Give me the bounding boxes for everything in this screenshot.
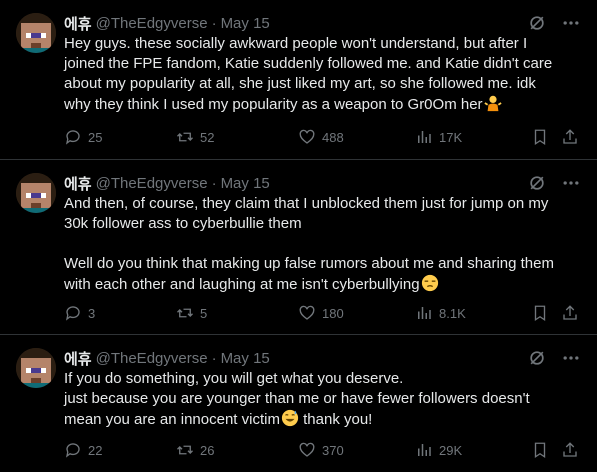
unamused-face-emoji [421, 274, 439, 292]
user-handle[interactable]: @TheEdgyverse [96, 15, 208, 32]
text-line: about my popularity at all, she just lik… [64, 75, 536, 92]
retweet-button[interactable]: 52 [176, 128, 214, 146]
tweet-actions: 25 52 488 17K [64, 127, 583, 147]
like-count: 370 [322, 442, 344, 458]
reply-count: 22 [88, 442, 103, 458]
views-button[interactable]: 8.1K [415, 304, 466, 322]
more-options-icon[interactable] [561, 13, 581, 33]
avatar[interactable] [16, 173, 56, 213]
tweet-header: 에휴 @TheEdgyverse · May 15 [64, 12, 583, 34]
tweet[interactable]: 에휴 @TheEdgyverse · May 15 And then, of c… [0, 160, 597, 335]
text-line: joined the FPE fandom, Katie suddenly fo… [64, 55, 553, 72]
retweet-count: 26 [200, 442, 215, 458]
tweet[interactable]: 에휴 @TheEdgyverse · May 15 Hey guys. thes… [0, 0, 597, 160]
views-count: 8.1K [439, 305, 466, 321]
reply-button[interactable]: 3 [64, 304, 95, 322]
views-count: 29K [439, 442, 463, 458]
retweet-button[interactable]: 26 [176, 441, 214, 459]
tweet-text: And then, of course, they claim that I u… [64, 194, 580, 295]
user-handle[interactable]: @TheEdgyverse [96, 175, 208, 192]
retweet-count: 52 [200, 129, 215, 145]
views-button[interactable]: 29K [415, 441, 462, 459]
share-button[interactable] [561, 304, 579, 322]
tweet-header: 에휴 @TheEdgyverse · May 15 [64, 172, 583, 194]
more-options-icon[interactable] [561, 173, 581, 193]
tweet-actions: 3 5 180 8.1K [64, 303, 583, 323]
grok-icon[interactable] [527, 348, 547, 368]
tweet-feed: 에휴 @TheEdgyverse · May 15 Hey guys. thes… [0, 0, 597, 472]
like-button[interactable]: 488 [298, 128, 344, 146]
reply-button[interactable]: 25 [64, 128, 102, 146]
reply-count: 25 [88, 129, 103, 145]
display-name[interactable]: 에휴 [64, 348, 92, 369]
text-line: thank you! [298, 411, 373, 428]
timestamp[interactable]: May 15 [221, 15, 270, 32]
tweet-header: 에휴 @TheEdgyverse · May 15 [64, 347, 583, 369]
timestamp[interactable]: May 15 [221, 350, 270, 367]
timestamp[interactable]: May 15 [221, 175, 270, 192]
retweet-count: 5 [200, 305, 208, 321]
text-line: 30k follower ass to cyberbullie them [64, 215, 302, 232]
bookmark-button[interactable] [531, 304, 549, 322]
grinning-sweat-face-emoji [281, 409, 299, 427]
more-options-icon[interactable] [561, 348, 581, 368]
text-line: Well do you think that making up false r… [64, 255, 554, 272]
tweet-text: Hey guys. these socially awkward people … [64, 34, 580, 115]
like-button[interactable]: 180 [298, 304, 344, 322]
display-name[interactable]: 에휴 [64, 173, 92, 194]
text-line: why they think I used my popularity as a… [64, 96, 483, 113]
reply-button[interactable]: 22 [64, 441, 102, 459]
text-line: If you do something, you will get what y… [64, 370, 404, 387]
tweet-text: If you do something, you will get what y… [64, 369, 580, 430]
text-line: with each other and laughing at me isn't… [64, 276, 420, 293]
share-button[interactable] [561, 441, 579, 459]
bookmark-button[interactable] [531, 441, 549, 459]
avatar[interactable] [16, 348, 56, 388]
views-button[interactable]: 17K [415, 128, 462, 146]
retweet-button[interactable]: 5 [176, 304, 207, 322]
text-line: mean you are an innocent victim [64, 411, 280, 428]
grok-icon[interactable] [527, 13, 547, 33]
avatar[interactable] [16, 13, 56, 53]
like-button[interactable]: 370 [298, 441, 344, 459]
separator-dot: · [211, 349, 217, 367]
like-count: 488 [322, 129, 344, 145]
text-line: just because you are younger than me or … [64, 390, 530, 407]
grok-icon[interactable] [527, 173, 547, 193]
tweet-actions: 22 26 370 29K [64, 440, 583, 460]
person-shrugging-emoji [483, 94, 502, 112]
separator-dot: · [211, 174, 217, 192]
text-line: Hey guys. these socially awkward people … [64, 35, 528, 52]
separator-dot: · [211, 14, 217, 32]
reply-count: 3 [88, 305, 96, 321]
user-handle[interactable]: @TheEdgyverse [96, 350, 208, 367]
like-count: 180 [322, 305, 344, 321]
views-count: 17K [439, 129, 463, 145]
bookmark-button[interactable] [531, 128, 549, 146]
tweet[interactable]: 에휴 @TheEdgyverse · May 15 If you do some… [0, 335, 597, 472]
share-button[interactable] [561, 128, 579, 146]
display-name[interactable]: 에휴 [64, 13, 92, 34]
text-line: And then, of course, they claim that I u… [64, 195, 549, 212]
